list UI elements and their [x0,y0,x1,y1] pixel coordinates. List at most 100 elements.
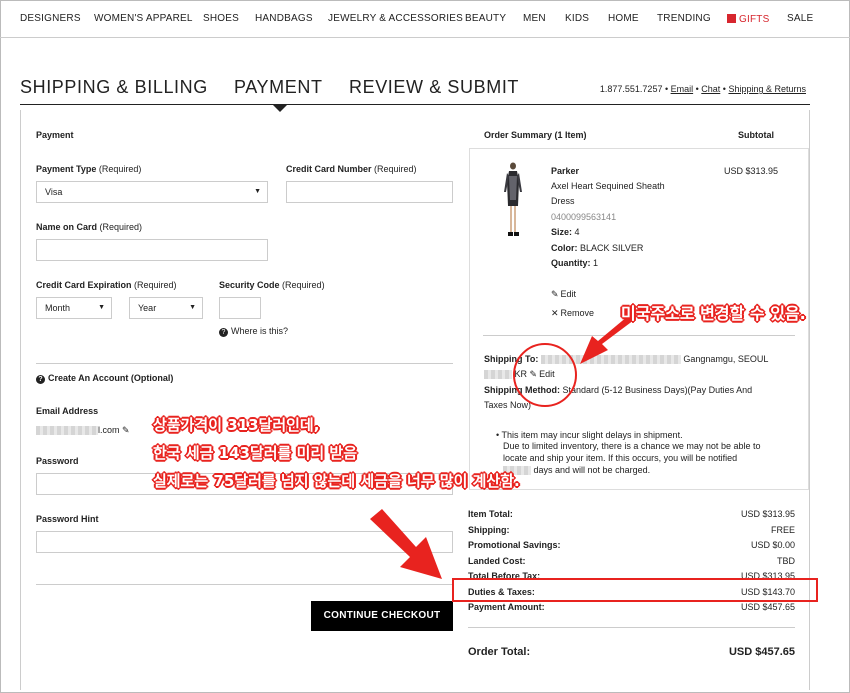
duties-highlight-box [452,578,818,602]
color-label: Color: [551,243,578,253]
ship-to-city: Gangnamgu, SEOUL [683,354,769,364]
required-note: (Required) [99,222,143,232]
card-number-label-text: Credit Card Number [286,164,372,174]
address-annotation: 미국주소로 변경할 수 있음. [621,304,806,323]
step-shipping-billing[interactable]: SHIPPING & BILLING [20,77,208,98]
card-number-label: Credit Card Number (Required) [286,164,417,174]
year-value: Year [138,303,157,313]
password-label: Password [36,456,79,466]
name-on-card-label-text: Name on Card [36,222,98,232]
nav-trending[interactable]: TRENDING [657,13,711,24]
edit-item-link[interactable]: ✎ Edit [551,289,576,300]
nav-handbags[interactable]: HANDBAGS [255,13,313,24]
tax-annotation-line2: 한국 세금 143달러를 미리 받음 [153,444,358,462]
step-review-submit: REVIEW & SUBMIT [349,77,520,97]
shipping-label: Shipping: [468,525,510,535]
product-image[interactable] [500,162,526,238]
tax-annotation-line3: 실제로는 75달러를 넘지 않는데 세금을 너무 많이 계산함. [153,472,520,490]
divider [468,627,795,628]
security-code-input[interactable] [219,297,261,319]
payment-type-label: Payment Type (Required) [36,164,141,174]
blurred-email [36,426,98,436]
nav-home[interactable]: HOME [608,13,639,24]
where-is-this-text: Where is this? [231,326,289,336]
nav-men[interactable]: MEN [523,13,546,24]
notice-line2: Due to limited inventory, there is a cha… [503,441,761,451]
create-account-title: ? Create An Account (Optional) [36,373,173,384]
top-navigation: DESIGNERS WOMEN'S APPAREL SHOES HANDBAGS… [0,0,850,38]
notice-line4: days and will not be charged. [503,465,650,476]
payment-amount-value: USD $457.65 [740,602,795,612]
payment-type-select[interactable]: Visa [36,181,268,203]
product-price: USD $313.95 [724,166,779,176]
question-icon: ? [219,328,228,337]
order-total-value: USD $457.65 [728,646,795,658]
expiration-year-select[interactable]: Year [129,297,203,319]
nav-sale[interactable]: SALE [787,13,813,24]
contact-links: 1.877.551.7257 • Email • Chat • Shipping… [600,84,806,94]
nav-designers[interactable]: DESIGNERS [20,13,81,24]
nav-beauty[interactable]: BEAUTY [465,13,506,24]
notice-line1-text: This item may incur slight delays in shi… [501,430,683,440]
notice-line1: • This item may incur slight delays in s… [496,430,683,440]
size-value: 4 [574,227,580,237]
color-value: BLACK SILVER [580,243,644,253]
size-label: Size: [551,227,573,237]
product-name-line1[interactable]: Axel Heart Sequined Sheath [551,181,665,191]
required-note: (Required) [98,164,142,174]
expiration-label: Credit Card Expiration (Required) [36,280,177,290]
pencil-icon[interactable]: ✎ [122,425,130,436]
nav-gifts[interactable]: GIFTS [727,13,769,25]
product-quantity: Quantity: 1 [551,258,598,268]
payment-type-label-text: Payment Type [36,164,97,174]
tax-annotation-line1: 상품가격이 313달러인데, [153,416,320,434]
product-color: Color: BLACK SILVER [551,243,643,253]
question-icon: ? [36,375,45,384]
nav-jewelry-accessories[interactable]: JEWELRY & ACCESSORIES [328,13,463,24]
name-on-card-input[interactable] [36,239,268,261]
contact-phone: 1.877.551.7257 • [599,84,671,94]
required-note: (Required) [282,280,325,290]
email-suffix: l.com [98,425,120,435]
required-note: (Required) [374,164,417,174]
order-total-label: Order Total: [468,646,531,658]
subtotal-header: Subtotal [738,130,774,140]
promo-value: USD $0.00 [750,540,795,550]
divider [36,584,453,585]
gift-icon [727,14,736,23]
nav-shoes[interactable]: SHOES [203,13,239,24]
card-number-input[interactable] [286,181,453,203]
continue-checkout-button[interactable]: CONTINUE CHECKOUT [311,601,453,631]
email-value: l.com ✎ [36,425,132,436]
shipping-value: FREE [770,525,795,535]
security-code-label-text: Security Code [219,280,280,290]
nav-womens-apparel[interactable]: WOMEN'S APPAREL [94,13,193,24]
shipping-returns-link[interactable]: Shipping & Returns [728,84,806,94]
pencil-icon: ✎ [551,289,559,299]
landed-cost-value: TBD [777,556,795,566]
expiration-month-select[interactable]: Month [36,297,112,319]
product-name-line2[interactable]: Dress [551,196,575,206]
divider [36,363,453,364]
where-is-this-link[interactable]: ? Where is this? [219,326,288,337]
promo-label: Promotional Savings: [468,540,561,550]
email-label: Email Address [36,406,99,416]
close-icon: ✕ [551,308,559,318]
edit-highlight-circle [513,343,577,407]
item-total-label: Item Total: [468,509,513,519]
product-size: Size: 4 [551,227,580,237]
payment-section-title: Payment [36,130,74,140]
quantity-label: Quantity: [551,258,591,268]
shipping-method-line2: Taxes Now) [484,400,532,410]
step-payment: PAYMENT [234,77,323,97]
landed-cost-label: Landed Cost: [468,556,526,566]
contact-chat-link[interactable]: Chat [701,84,720,94]
product-brand[interactable]: Parker [551,166,579,176]
security-code-label: Security Code (Required) [219,280,325,290]
contact-email-link[interactable]: Email [671,84,694,94]
password-hint-label: Password Hint [36,514,99,524]
edit-text: Edit [560,289,577,299]
nav-kids[interactable]: KIDS [565,13,589,24]
expiration-label-text: Credit Card Expiration [36,280,132,290]
steps-divider [20,104,810,105]
